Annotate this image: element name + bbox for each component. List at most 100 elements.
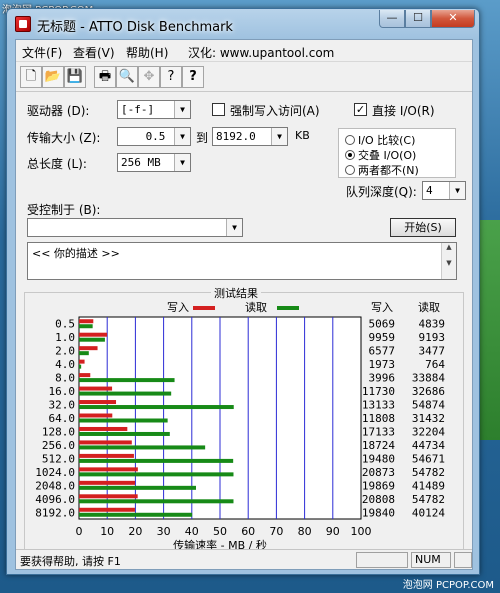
whats-this-help-icon[interactable]: ?: [182, 66, 204, 88]
radio-dot[interactable]: [345, 150, 355, 160]
window-title: 无标题 - ATTO Disk Benchmark: [37, 20, 233, 35]
read-bar: [79, 378, 175, 383]
watermark-bottom: 泡泡网 PCPOP.COM: [402, 580, 494, 591]
chevron-down-icon[interactable]: ▼: [226, 219, 242, 236]
client-area: 文件(F) 查看(V) 帮助(H) 汉化: www.upantool.com 🗋…: [15, 39, 473, 570]
write-value: 20873: [362, 466, 395, 479]
read-value: 33884: [412, 372, 445, 385]
open-folder-icon[interactable]: 📂: [42, 66, 64, 88]
help-icon[interactable]: ?: [160, 66, 182, 88]
new-file-icon[interactable]: 🗋: [20, 66, 42, 88]
x-tick-label: 30: [157, 525, 171, 538]
status-bar: 要获得帮助, 请按 F1 NUM: [16, 549, 472, 569]
x-tick-label: 90: [326, 525, 340, 538]
transfer-to-label: 到: [196, 131, 209, 145]
write-bar: [79, 467, 138, 472]
menu-bar: 文件(F) 查看(V) 帮助(H) 汉化: www.upantool.com: [16, 40, 472, 62]
read-bar: [79, 405, 234, 410]
radio-io-compare[interactable]: I/O 比较(C): [345, 132, 415, 148]
radio-dot[interactable]: [345, 135, 355, 145]
start-button[interactable]: 开始(S): [390, 218, 456, 237]
chevron-down-icon[interactable]: ▼: [271, 128, 287, 145]
force-write-label[interactable]: 强制写入访问(A): [230, 102, 320, 119]
write-bar: [79, 494, 138, 499]
radio-label: 交叠 I/O(O): [358, 149, 417, 162]
total-length-label: 总长度 (L):: [27, 157, 87, 171]
transfer-to-select[interactable]: 8192.0 ▼: [212, 127, 288, 146]
chevron-down-icon[interactable]: ▼: [174, 154, 190, 171]
y-tick-label: 512.0: [42, 452, 75, 465]
write-bar: [79, 319, 94, 324]
benchmark-chart: 0 10 20 30 40 50 60 70 80 90 100传输速率 - MB / 秒0.5 50…: [35, 316, 446, 552]
save-icon[interactable]: 💾: [64, 66, 86, 88]
y-tick-label: 64.0: [49, 412, 76, 425]
read-value: 31432: [412, 412, 445, 425]
read-value: 9193: [419, 331, 446, 344]
app-icon[interactable]: [15, 16, 31, 32]
radio-dot[interactable]: [345, 165, 355, 175]
radio-overlapped-io[interactable]: 交叠 I/O(O): [345, 147, 416, 163]
y-tick-label: 256.0: [42, 439, 75, 452]
queue-depth-value: 4: [426, 184, 433, 197]
read-value: 41489: [412, 479, 445, 492]
read-bar: [79, 364, 82, 369]
write-bar: [79, 373, 91, 378]
total-length-select[interactable]: 256 MB ▼: [117, 153, 191, 172]
minimize-button[interactable]: —: [379, 10, 405, 28]
write-value: 19840: [362, 506, 395, 519]
read-bar: [79, 499, 234, 504]
y-tick-label: 1024.0: [35, 466, 75, 479]
write-bar: [79, 400, 117, 405]
print-preview-icon[interactable]: 🔍: [116, 66, 138, 88]
write-value: 13133: [362, 399, 395, 412]
menu-view[interactable]: 查看(V): [73, 44, 115, 61]
read-bar: [79, 485, 196, 490]
queue-depth-select[interactable]: 4 ▼: [422, 181, 466, 200]
chevron-down-icon[interactable]: ▼: [449, 182, 465, 199]
close-button[interactable]: ✕: [431, 10, 475, 28]
x-tick-label: 80: [298, 525, 312, 538]
title-bar[interactable]: 无标题 - ATTO Disk Benchmark — ☐ ✕: [7, 9, 479, 39]
transfer-to-value: 8192.0: [216, 130, 256, 143]
write-bar: [79, 480, 136, 485]
radio-neither[interactable]: 两者都不(N): [345, 162, 419, 178]
y-tick-label: 4096.0: [35, 493, 75, 506]
description-scrollbar[interactable]: ▲ ▼: [441, 243, 456, 279]
move-icon[interactable]: ✥: [138, 66, 160, 88]
chevron-down-icon[interactable]: ▼: [174, 128, 190, 145]
read-bar: [79, 472, 234, 477]
y-tick-label: 2.0: [55, 345, 75, 358]
read-bar: [79, 351, 89, 356]
radio-label: 两者都不(N): [358, 164, 419, 177]
x-tick-label: 100: [351, 525, 372, 538]
print-icon[interactable]: 🖶: [94, 66, 116, 88]
drive-select[interactable]: [-f-] ▼: [117, 100, 191, 119]
chevron-down-icon[interactable]: ▼: [174, 101, 190, 118]
status-cell-blank: [454, 552, 472, 568]
status-text: 要获得帮助, 请按 F1: [20, 555, 121, 568]
transfer-from-value: 0.5: [145, 130, 166, 143]
controlled-by-select[interactable]: ▼: [27, 218, 243, 237]
menu-help[interactable]: 帮助(H): [126, 44, 168, 61]
read-bar: [79, 418, 168, 423]
app-window: 无标题 - ATTO Disk Benchmark — ☐ ✕ 文件(F) 查看…: [6, 8, 480, 575]
write-bar: [79, 332, 108, 337]
toolbar: 🗋 📂 💾 🖶 🔍 ✥ ? ?: [16, 62, 472, 92]
write-bar: [79, 507, 135, 512]
menu-file[interactable]: 文件(F): [22, 44, 62, 61]
description-textbox[interactable]: << 你的描述 >> ▲ ▼: [27, 242, 457, 280]
transfer-from-select[interactable]: 0.5 ▼: [117, 127, 191, 146]
force-write-checkbox[interactable]: [212, 103, 225, 116]
transfer-unit: KB: [295, 129, 310, 142]
y-tick-label: 8.0: [55, 372, 75, 385]
write-bar: [79, 440, 132, 445]
y-tick-label: 16.0: [49, 385, 76, 398]
y-tick-label: 128.0: [42, 425, 75, 438]
read-bar: [79, 512, 193, 517]
write-bar: [79, 426, 128, 431]
write-bar: [79, 386, 113, 391]
direct-io-checkbox[interactable]: ✓: [354, 103, 367, 116]
maximize-button[interactable]: ☐: [405, 10, 431, 28]
direct-io-label[interactable]: 直接 I/O(R): [372, 102, 435, 119]
x-tick-label: 0: [76, 525, 83, 538]
